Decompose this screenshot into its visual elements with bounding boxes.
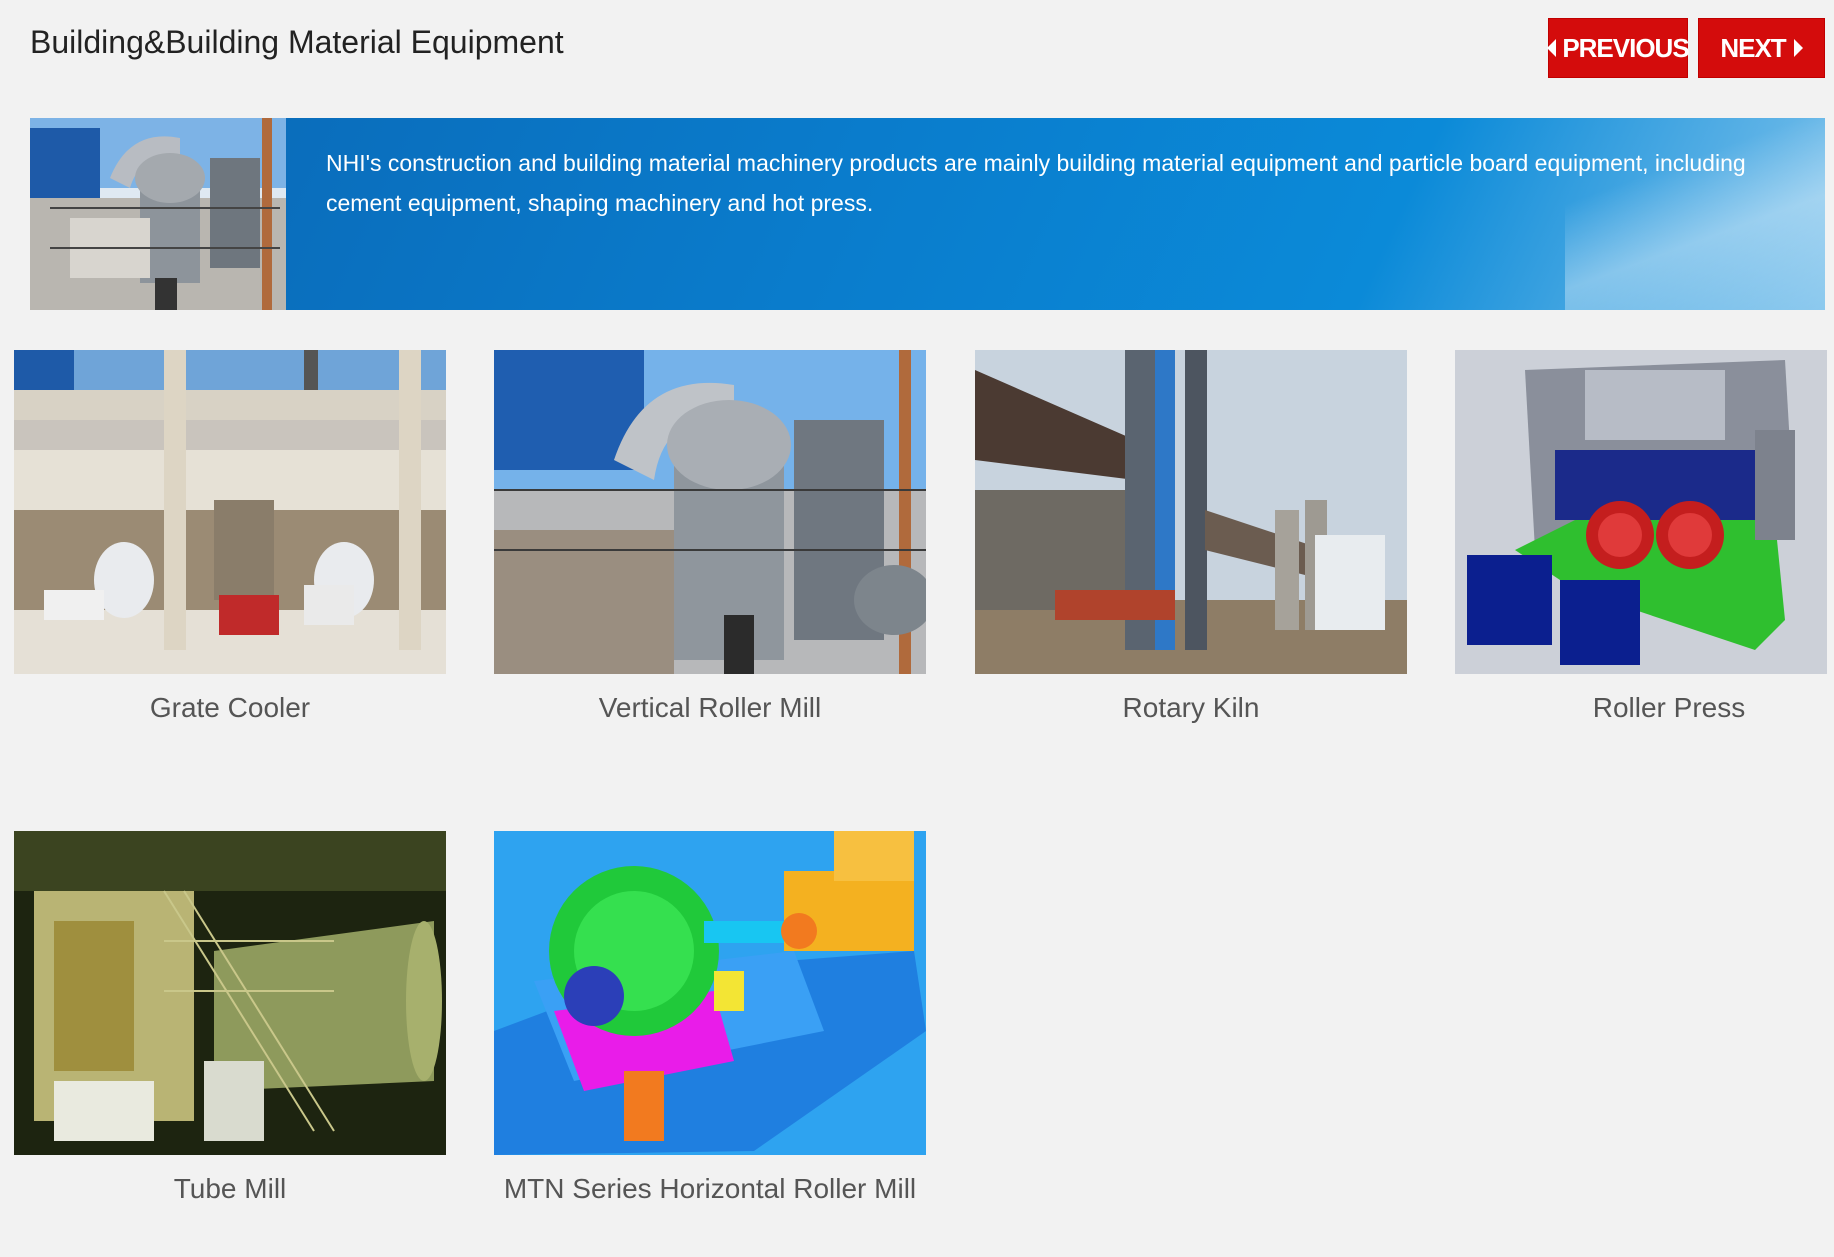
- category-banner: NHI's construction and building material…: [30, 118, 1825, 310]
- product-name[interactable]: MTN Series Horizontal Roller Mill: [494, 1171, 926, 1207]
- triangle-right-icon: [1793, 39, 1803, 57]
- triangle-left-icon: [1547, 39, 1557, 57]
- banner-description: NHI's construction and building material…: [326, 150, 1746, 216]
- product-card-roller-press[interactable]: Roller Press: [1455, 350, 1827, 726]
- product-image[interactable]: [975, 350, 1407, 674]
- product-card-tube-mill[interactable]: Tube Mill: [14, 831, 446, 1207]
- product-image[interactable]: [14, 831, 446, 1155]
- product-image[interactable]: [494, 350, 926, 674]
- page-title: Building&Building Material Equipment: [30, 24, 564, 60]
- product-name[interactable]: Vertical Roller Mill: [494, 690, 926, 726]
- product-name[interactable]: Tube Mill: [14, 1171, 446, 1207]
- banner-image: [30, 118, 286, 310]
- product-name[interactable]: Roller Press: [1453, 690, 1834, 726]
- product-image[interactable]: [14, 350, 446, 674]
- next-button[interactable]: NEXT: [1698, 18, 1825, 78]
- product-image[interactable]: [494, 831, 926, 1155]
- product-name[interactable]: Grate Cooler: [14, 690, 446, 726]
- product-name[interactable]: Rotary Kiln: [975, 690, 1407, 726]
- product-card-rotary-kiln[interactable]: Rotary Kiln: [975, 350, 1407, 726]
- next-button-label: NEXT: [1720, 32, 1786, 63]
- product-card-mtn-series-horizontal-roller-mill[interactable]: MTN Series Horizontal Roller Mill: [494, 831, 926, 1207]
- product-image[interactable]: [1455, 350, 1827, 674]
- product-card-grate-cooler[interactable]: Grate Cooler: [14, 350, 446, 726]
- previous-button-label: PREVIOUS: [1562, 32, 1689, 63]
- previous-button[interactable]: PREVIOUS: [1547, 18, 1690, 78]
- product-card-vertical-roller-mill[interactable]: Vertical Roller Mill: [494, 350, 926, 726]
